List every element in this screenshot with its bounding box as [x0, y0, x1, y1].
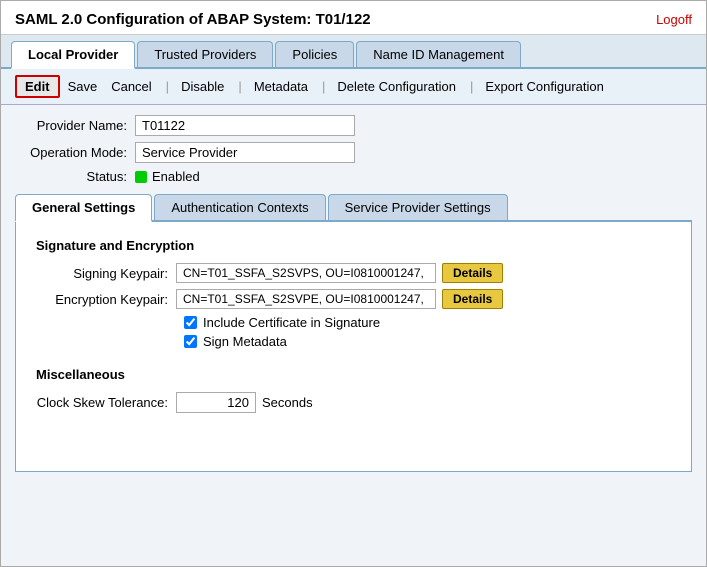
signature-encryption-title: Signature and Encryption [36, 238, 671, 253]
edit-button[interactable]: Edit [15, 75, 60, 98]
tab-trusted-providers[interactable]: Trusted Providers [137, 41, 273, 67]
inner-tabs: General Settings Authentication Contexts… [15, 194, 692, 222]
delete-button[interactable]: Delete Configuration [331, 77, 462, 96]
separator-4: | [470, 79, 473, 94]
tab-authentication-contexts[interactable]: Authentication Contexts [154, 194, 325, 220]
sign-metadata-row: Sign Metadata [184, 334, 671, 349]
signing-details-button[interactable]: Details [442, 263, 503, 283]
operation-mode-label: Operation Mode: [15, 145, 135, 160]
content-area: Provider Name: Operation Mode: Status: E… [1, 105, 706, 482]
status-indicator-icon [135, 171, 147, 183]
seconds-label: Seconds [262, 395, 313, 410]
status-value: Enabled [152, 169, 200, 184]
page-title: SAML 2.0 Configuration of ABAP System: T… [15, 11, 371, 28]
toolbar: Edit Save Cancel | Disable | Metadata | … [1, 69, 706, 105]
operation-mode-input[interactable] [135, 142, 355, 163]
signing-keypair-row: Signing Keypair: Details [36, 263, 671, 283]
misc-title: Miscellaneous [36, 367, 671, 382]
provider-name-row: Provider Name: [15, 115, 692, 136]
clock-skew-input[interactable] [176, 392, 256, 413]
separator-1: | [166, 79, 169, 94]
inner-content: Signature and Encryption Signing Keypair… [15, 222, 692, 472]
disable-button[interactable]: Disable [175, 77, 230, 96]
clock-skew-row: Clock Skew Tolerance: Seconds [36, 392, 671, 413]
clock-skew-label: Clock Skew Tolerance: [36, 395, 176, 410]
sign-metadata-label: Sign Metadata [203, 334, 287, 349]
logoff-link[interactable]: Logoff [656, 12, 692, 27]
cancel-button[interactable]: Cancel [105, 77, 157, 96]
encryption-details-button[interactable]: Details [442, 289, 503, 309]
tab-general-settings[interactable]: General Settings [15, 194, 152, 222]
metadata-button[interactable]: Metadata [248, 77, 314, 96]
signing-keypair-input[interactable] [176, 263, 436, 283]
encryption-keypair-row: Encryption Keypair: Details [36, 289, 671, 309]
encryption-keypair-input[interactable] [176, 289, 436, 309]
provider-name-input[interactable] [135, 115, 355, 136]
separator-3: | [322, 79, 325, 94]
tab-service-provider-settings[interactable]: Service Provider Settings [328, 194, 508, 220]
encryption-keypair-label: Encryption Keypair: [36, 292, 176, 307]
tab-policies[interactable]: Policies [275, 41, 354, 67]
miscellaneous-section: Miscellaneous Clock Skew Tolerance: Seco… [36, 367, 671, 413]
title-bar: SAML 2.0 Configuration of ABAP System: T… [1, 1, 706, 35]
main-window: SAML 2.0 Configuration of ABAP System: T… [0, 0, 707, 567]
status-label: Status: [15, 169, 135, 184]
save-button[interactable]: Save [62, 77, 104, 96]
separator-2: | [238, 79, 241, 94]
provider-name-label: Provider Name: [15, 118, 135, 133]
main-tabs: Local Provider Trusted Providers Policie… [1, 35, 706, 69]
sign-metadata-checkbox[interactable] [184, 335, 197, 348]
include-cert-label: Include Certificate in Signature [203, 315, 380, 330]
tab-local-provider[interactable]: Local Provider [11, 41, 135, 69]
include-cert-row: Include Certificate in Signature [184, 315, 671, 330]
export-button[interactable]: Export Configuration [479, 77, 610, 96]
tab-name-id-management[interactable]: Name ID Management [356, 41, 521, 67]
signing-keypair-label: Signing Keypair: [36, 266, 176, 281]
operation-mode-row: Operation Mode: [15, 142, 692, 163]
status-row: Status: Enabled [15, 169, 692, 184]
include-cert-checkbox[interactable] [184, 316, 197, 329]
